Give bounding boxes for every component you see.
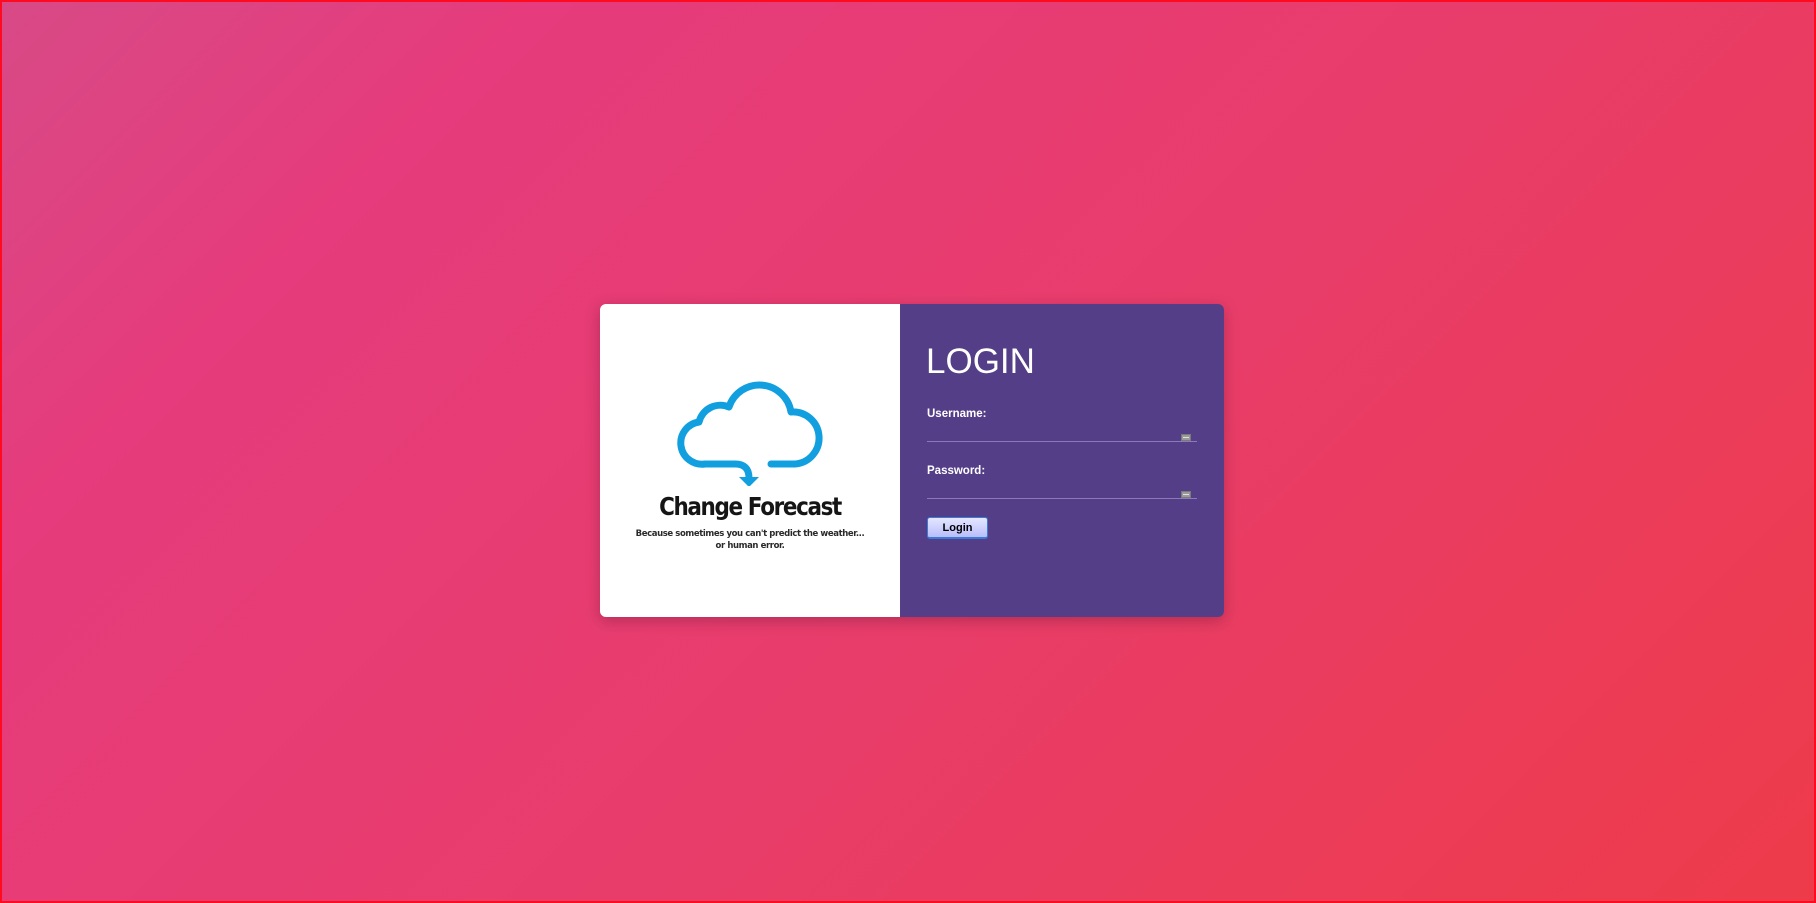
password-input[interactable] (927, 477, 1197, 499)
cloud-download-icon (677, 381, 823, 486)
login-form-panel: LOGIN Username: Password: Login (900, 304, 1224, 617)
tagline-line-2: or human error. (715, 541, 785, 551)
brand-tagline: Because sometimes you can't predict the … (600, 528, 900, 552)
brand-name: Change Forecast (659, 492, 842, 521)
login-button[interactable]: Login (927, 517, 988, 539)
login-heading: LOGIN (926, 342, 1035, 381)
brand-panel: Change Forecast Because sometimes you ca… (600, 304, 900, 617)
autofill-key-icon[interactable] (1181, 434, 1191, 441)
username-input[interactable] (927, 420, 1197, 442)
login-card: Change Forecast Because sometimes you ca… (600, 304, 1224, 617)
password-label: Password: (927, 465, 986, 477)
username-label: Username: (927, 408, 987, 420)
tagline-line-1: Because sometimes you can't predict the … (635, 529, 865, 539)
autofill-key-icon[interactable] (1181, 491, 1191, 498)
